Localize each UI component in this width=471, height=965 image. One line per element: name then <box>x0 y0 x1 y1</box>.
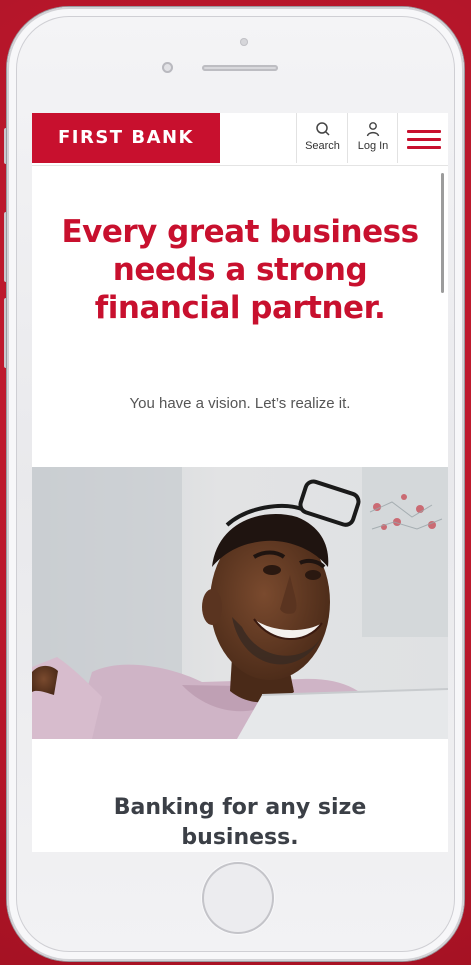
hero-photo <box>32 467 448 739</box>
user-icon <box>366 122 380 137</box>
smiling-businessman-image <box>32 467 448 739</box>
first-bank-logo[interactable]: FIRST BANK <box>32 113 220 163</box>
hero-title: Every great business needs a strong fina… <box>61 214 419 326</box>
page-scrollbar[interactable] <box>441 173 444 293</box>
front-camera <box>240 38 248 46</box>
home-button[interactable] <box>202 862 274 934</box>
login-button[interactable]: Log In <box>347 113 398 163</box>
search-button[interactable]: Search <box>296 113 348 163</box>
earpiece-speaker <box>202 65 278 71</box>
search-label: Search <box>305 140 340 152</box>
hero-subtitle: You have a vision. Let’s realize it. <box>129 395 351 412</box>
search-icon <box>315 122 330 136</box>
section-title: Banking for any size business. <box>113 795 367 850</box>
menu-button[interactable] <box>397 113 448 163</box>
site-header: FIRST BANK Search Log In <box>32 113 448 166</box>
device-mockup-background: FIRST BANK Search Log In Every great bus… <box>0 0 471 965</box>
proximity-sensor <box>162 62 173 73</box>
phone-screen: FIRST BANK Search Log In Every great bus… <box>32 113 448 852</box>
login-label: Log In <box>357 140 389 152</box>
hamburger-menu-icon <box>407 130 441 154</box>
